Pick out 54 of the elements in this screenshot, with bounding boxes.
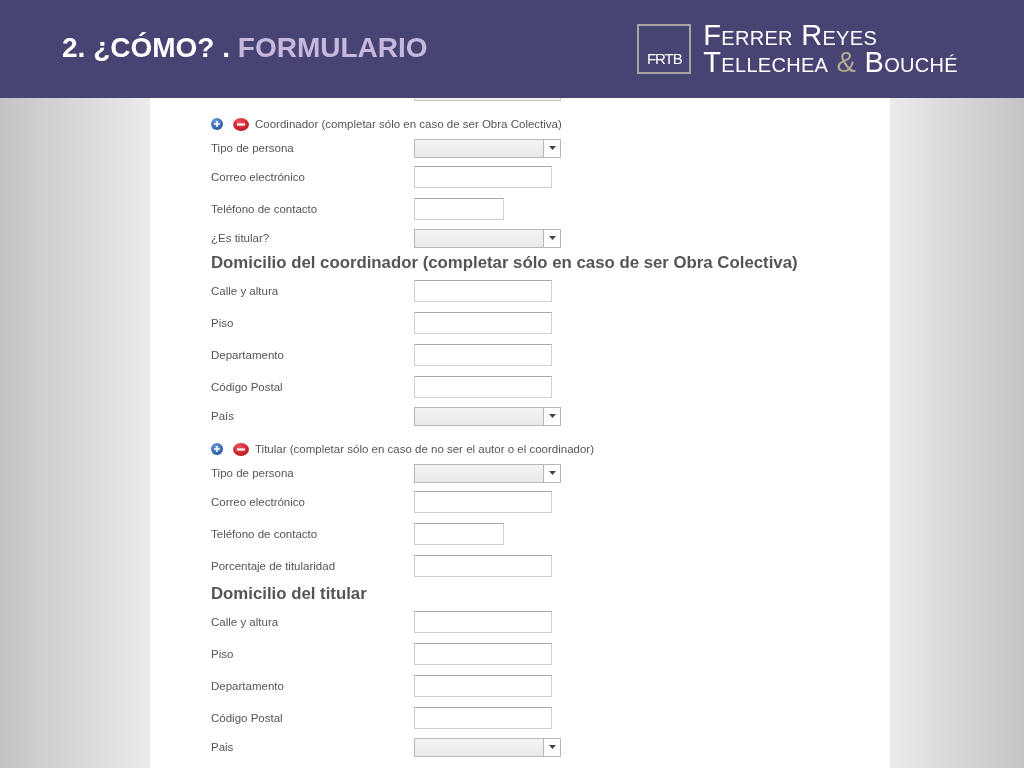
- field-label: Correo electrónico: [211, 171, 306, 183]
- input-field[interactable]: [414, 675, 552, 697]
- caret-icon: [548, 471, 556, 475]
- section-heading: Domicilio del titular: [211, 583, 368, 605]
- dropdown-field[interactable]: [414, 138, 561, 158]
- caret-icon: [548, 745, 556, 749]
- caret-icon: [548, 414, 556, 418]
- minus-circle-icon[interactable]: [233, 117, 249, 131]
- input-field[interactable]: [414, 523, 504, 545]
- field-label: Tipo de persona: [211, 142, 295, 154]
- plus-circle-icon[interactable]: [211, 443, 223, 455]
- input-field[interactable]: [414, 707, 552, 729]
- field-label: Calle y altura: [211, 285, 280, 297]
- field-label: Porcentaje de titularidad: [211, 560, 337, 572]
- minus-circle-icon[interactable]: [233, 442, 249, 456]
- caret-icon: [548, 146, 556, 150]
- field-label: Teléfono de contacto: [211, 203, 319, 215]
- input-field[interactable]: [414, 643, 552, 665]
- field-label: País: [211, 410, 235, 422]
- slide-title: 2. ¿CÓMO? . FORMULARIO: [62, 32, 428, 64]
- section-title: Coordinador (completar sólo en caso de ser Obra Colectiva): [255, 118, 562, 130]
- dropdown-field[interactable]: [414, 98, 561, 101]
- field-label: Calle y altura: [211, 616, 280, 628]
- input-field[interactable]: [414, 312, 552, 334]
- logo-name: Tellechea & Bouché: [703, 49, 958, 76]
- logo-name: Ferrer Reyes: [703, 22, 879, 49]
- section-title: Titular (completar sólo en caso de no ser el autor o el coordinador): [255, 443, 594, 455]
- field-label: Pais: [211, 741, 235, 753]
- field-label: Tipo de persona: [211, 467, 295, 479]
- input-field[interactable]: [414, 280, 552, 302]
- input-field[interactable]: [414, 555, 552, 577]
- field-label: Código Postal: [211, 712, 284, 724]
- field-label: Departamento: [211, 680, 285, 692]
- field-label: Piso: [211, 648, 235, 660]
- dropdown-field[interactable]: [414, 228, 561, 248]
- input-field[interactable]: [414, 611, 552, 633]
- dropdown-field[interactable]: [414, 463, 561, 483]
- input-field[interactable]: [414, 491, 552, 513]
- logo-monogram: FRTB: [637, 24, 692, 74]
- dropdown-field[interactable]: [414, 406, 561, 426]
- field-label: Departamento: [211, 349, 285, 361]
- input-field[interactable]: [414, 376, 552, 398]
- plus-circle-icon[interactable]: [211, 118, 223, 130]
- dropdown-field[interactable]: [414, 737, 561, 757]
- caret-icon: [548, 236, 556, 240]
- input-field[interactable]: [414, 344, 552, 366]
- field-label: ¿Es titular?: [211, 232, 271, 244]
- field-label: Teléfono de contacto: [211, 528, 319, 540]
- field-label: Código Postal: [211, 381, 284, 393]
- input-field[interactable]: [414, 166, 552, 188]
- section-heading: Domicilio del coordinador (completar sólo en caso de ser Obra Colectiva): [211, 252, 799, 274]
- field-label: Correo electrónico: [211, 496, 306, 508]
- input-field[interactable]: [414, 198, 504, 220]
- field-label: Piso: [211, 317, 235, 329]
